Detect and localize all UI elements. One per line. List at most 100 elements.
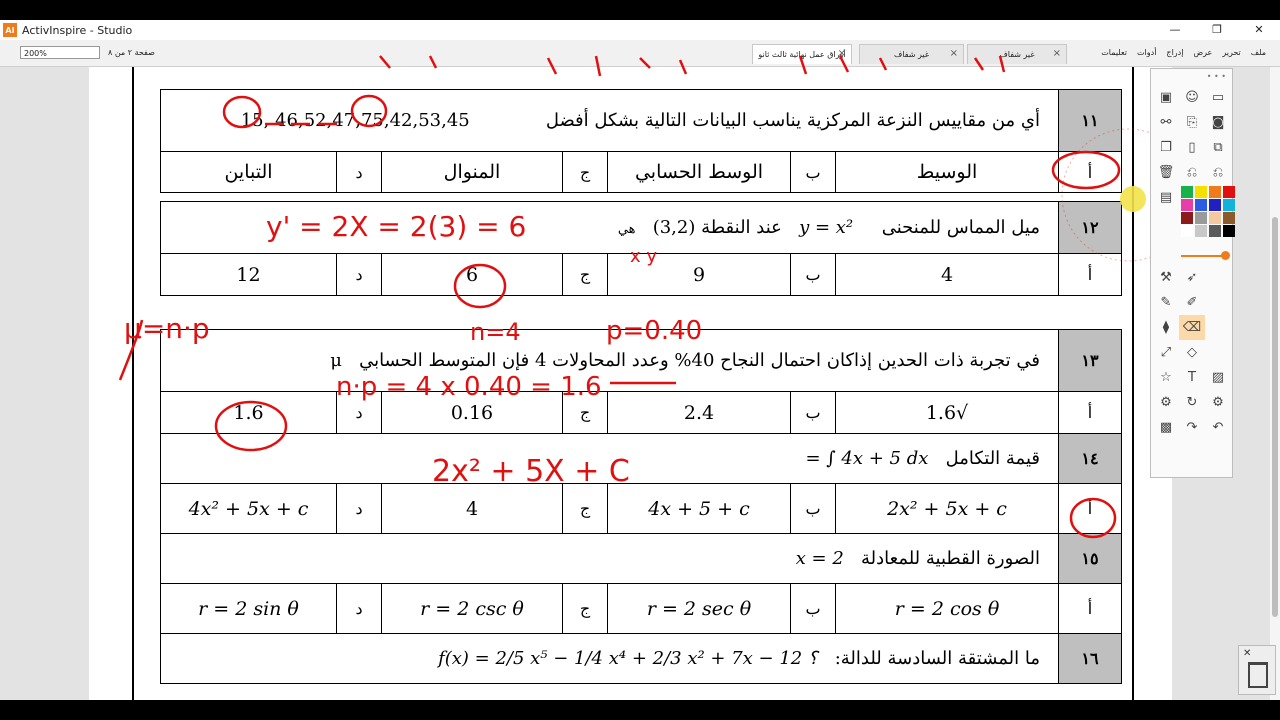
scrollbar-thumb[interactable] — [1272, 217, 1278, 617]
maximize-button[interactable]: ❐ — [1196, 20, 1238, 40]
color-swatch[interactable] — [1181, 212, 1193, 224]
color-swatch[interactable] — [1181, 199, 1193, 211]
tools-icon[interactable]: ⚒ — [1153, 265, 1179, 290]
minimize-button[interactable]: — — [1154, 20, 1196, 40]
close-trash-icon[interactable]: ✕ — [1243, 648, 1251, 659]
trash-can-icon[interactable]: ✕ — [1238, 645, 1276, 695]
tab-document[interactable]: أوراق عمل نهائية ثالث ثانو × — [752, 44, 852, 64]
cartesian-equation: x = 2 — [795, 548, 844, 569]
menu-view[interactable]: عرض — [1193, 48, 1212, 57]
option-letter: ب — [790, 253, 836, 296]
color-swatch[interactable] — [1209, 186, 1221, 198]
tab-opaque-2[interactable]: غير شفاف × — [967, 44, 1067, 64]
zoom-select[interactable]: 200% — [20, 46, 100, 59]
delete-icon[interactable]: 🗑 — [1153, 160, 1179, 185]
connector-icon[interactable]: ⤢ — [1153, 340, 1179, 365]
blank-icon — [1205, 340, 1231, 365]
option-value: 1.6 — [160, 391, 337, 434]
color-swatch[interactable] — [1195, 199, 1207, 211]
option-value: r = 2 csc θ — [381, 583, 563, 634]
option-value: 2.4 — [607, 391, 791, 434]
main-toolbar: 200% صفحة ٢ من ٨ أوراق عمل نهائية ثالث ث… — [0, 40, 1280, 67]
screen-icon[interactable]: ▭ — [1205, 85, 1231, 110]
color-swatch[interactable] — [1223, 199, 1235, 211]
question-text: في تجربة ذات الحدين إذاكان احتمال النجاح… — [160, 329, 1059, 392]
color-swatch[interactable] — [1223, 186, 1235, 198]
question-text: قيمة التكامل = ∫ 4x + 5 dx — [160, 433, 1059, 484]
fill-icon[interactable]: ⧫ — [1153, 315, 1179, 340]
main-menu-icon[interactable]: ▣ — [1153, 85, 1179, 110]
option-value: المنوال — [381, 151, 563, 193]
color-swatches — [1181, 186, 1236, 237]
question-text: أي من مقاييس النزعة المركزية يناسب البيا… — [160, 89, 1059, 152]
camera-icon[interactable]: ◙ — [1205, 110, 1231, 135]
text-icon[interactable]: T — [1179, 365, 1205, 390]
redo-page-icon[interactable]: ⎌ — [1205, 160, 1231, 185]
tab-opaque-1[interactable]: غير شفاف × — [859, 44, 964, 64]
option-letter: ب — [790, 583, 836, 634]
color-swatch[interactable] — [1223, 225, 1235, 237]
color-swatch[interactable] — [1181, 186, 1193, 198]
menu-edit[interactable]: تحرير — [1222, 48, 1240, 57]
shapes-icon[interactable]: ◇ — [1179, 340, 1205, 365]
question-row: ١٥ الصورة القطبية للمعادلة x = 2 — [160, 533, 1122, 584]
option-value: 9 — [607, 253, 791, 296]
page-border-right — [1132, 67, 1134, 700]
menu-file[interactable]: ملف — [1251, 48, 1266, 57]
star-icon[interactable]: ☆ — [1153, 365, 1179, 390]
pages-icon[interactable]: ⧉ — [1205, 135, 1231, 160]
select-icon[interactable]: ➶ — [1179, 265, 1205, 290]
palette-menu-icon[interactable]: • • • — [1207, 72, 1226, 81]
option-value: 4x² + 5x + c — [160, 483, 337, 534]
options-row: أ 4 ب 9 ج 6 د 12 — [160, 253, 1122, 296]
option-letter: د — [336, 253, 382, 296]
pen-width-handle[interactable] — [1221, 251, 1230, 260]
question-number: ١١ — [1058, 89, 1122, 152]
menu-bar: ملف تحرير عرض إدراج أدوات تعليمات — [1101, 48, 1266, 57]
undo-page-icon[interactable]: ⎌ — [1179, 160, 1205, 185]
color-swatch[interactable] — [1195, 212, 1207, 224]
redo-icon[interactable]: ↷ — [1179, 415, 1205, 440]
settings-icon[interactable]: ⚙ — [1205, 390, 1231, 415]
pen-icon[interactable]: ✎ — [1153, 290, 1179, 315]
group-icon[interactable]: ▩ — [1153, 415, 1179, 440]
option-letter: د — [336, 151, 382, 193]
image-icon[interactable]: ▨ — [1205, 365, 1231, 390]
question-number: ١٢ — [1058, 201, 1122, 254]
question-row: ١٤ قيمة التكامل = ∫ 4x + 5 dx — [160, 433, 1122, 484]
link-icon[interactable]: ⚯ — [1153, 110, 1179, 135]
question-row: ١٢ ميل المماس للمنحنى y = x² عند النقطة … — [160, 201, 1122, 254]
option-value: الوسط الحسابي — [607, 151, 791, 193]
page-icon[interactable]: ▯ — [1179, 135, 1205, 160]
color-swatch[interactable] — [1223, 212, 1235, 224]
close-tab-icon[interactable]: × — [950, 48, 958, 59]
draw-tool-grid: ⚒ ➶ ✎ ✐ ⧫ ⌫ ⤢ ◇ ☆ T ▨ ⚙ ↻ ⚙ ▩ ↷ ↶ — [1153, 265, 1231, 440]
menu-insert[interactable]: إدراج — [1166, 48, 1183, 57]
close-button[interactable]: ✕ — [1238, 20, 1280, 40]
clip-icon[interactable]: ⎘ — [1179, 110, 1205, 135]
color-swatch[interactable] — [1181, 225, 1193, 237]
option-letter: د — [336, 391, 382, 434]
options-row: أ √1.6 ب 2.4 ج 0.16 د 1.6 — [160, 391, 1122, 434]
highlighter-icon[interactable]: ✐ — [1179, 290, 1205, 315]
resource-icon[interactable]: ⚙ — [1153, 390, 1179, 415]
vertical-scrollbar[interactable] — [1270, 67, 1280, 700]
tab-label: أوراق عمل نهائية ثالث ثانو — [758, 50, 846, 59]
copy-icon[interactable]: ❐ — [1153, 135, 1179, 160]
eraser-icon[interactable]: ⌫ — [1179, 315, 1205, 340]
color-swatch[interactable] — [1195, 186, 1207, 198]
menu-help[interactable]: تعليمات — [1101, 48, 1127, 57]
flipchart-canvas[interactable]: ١١ أي من مقاييس النزعة المركزية يناسب ال… — [0, 67, 1280, 700]
color-swatch[interactable] — [1209, 212, 1221, 224]
color-swatch[interactable] — [1195, 225, 1207, 237]
document-icon[interactable]: ▤ — [1153, 185, 1179, 210]
color-swatch[interactable] — [1209, 199, 1221, 211]
menu-tools[interactable]: أدوات — [1137, 48, 1156, 57]
undo-icon[interactable]: ↶ — [1205, 415, 1231, 440]
blank-icon — [1205, 290, 1231, 315]
close-tab-icon[interactable]: × — [1053, 48, 1061, 59]
user-icon[interactable]: ☺ — [1179, 85, 1205, 110]
refresh-icon[interactable]: ↻ — [1179, 390, 1205, 415]
close-tab-icon[interactable]: × — [838, 48, 846, 59]
color-swatch[interactable] — [1209, 225, 1221, 237]
